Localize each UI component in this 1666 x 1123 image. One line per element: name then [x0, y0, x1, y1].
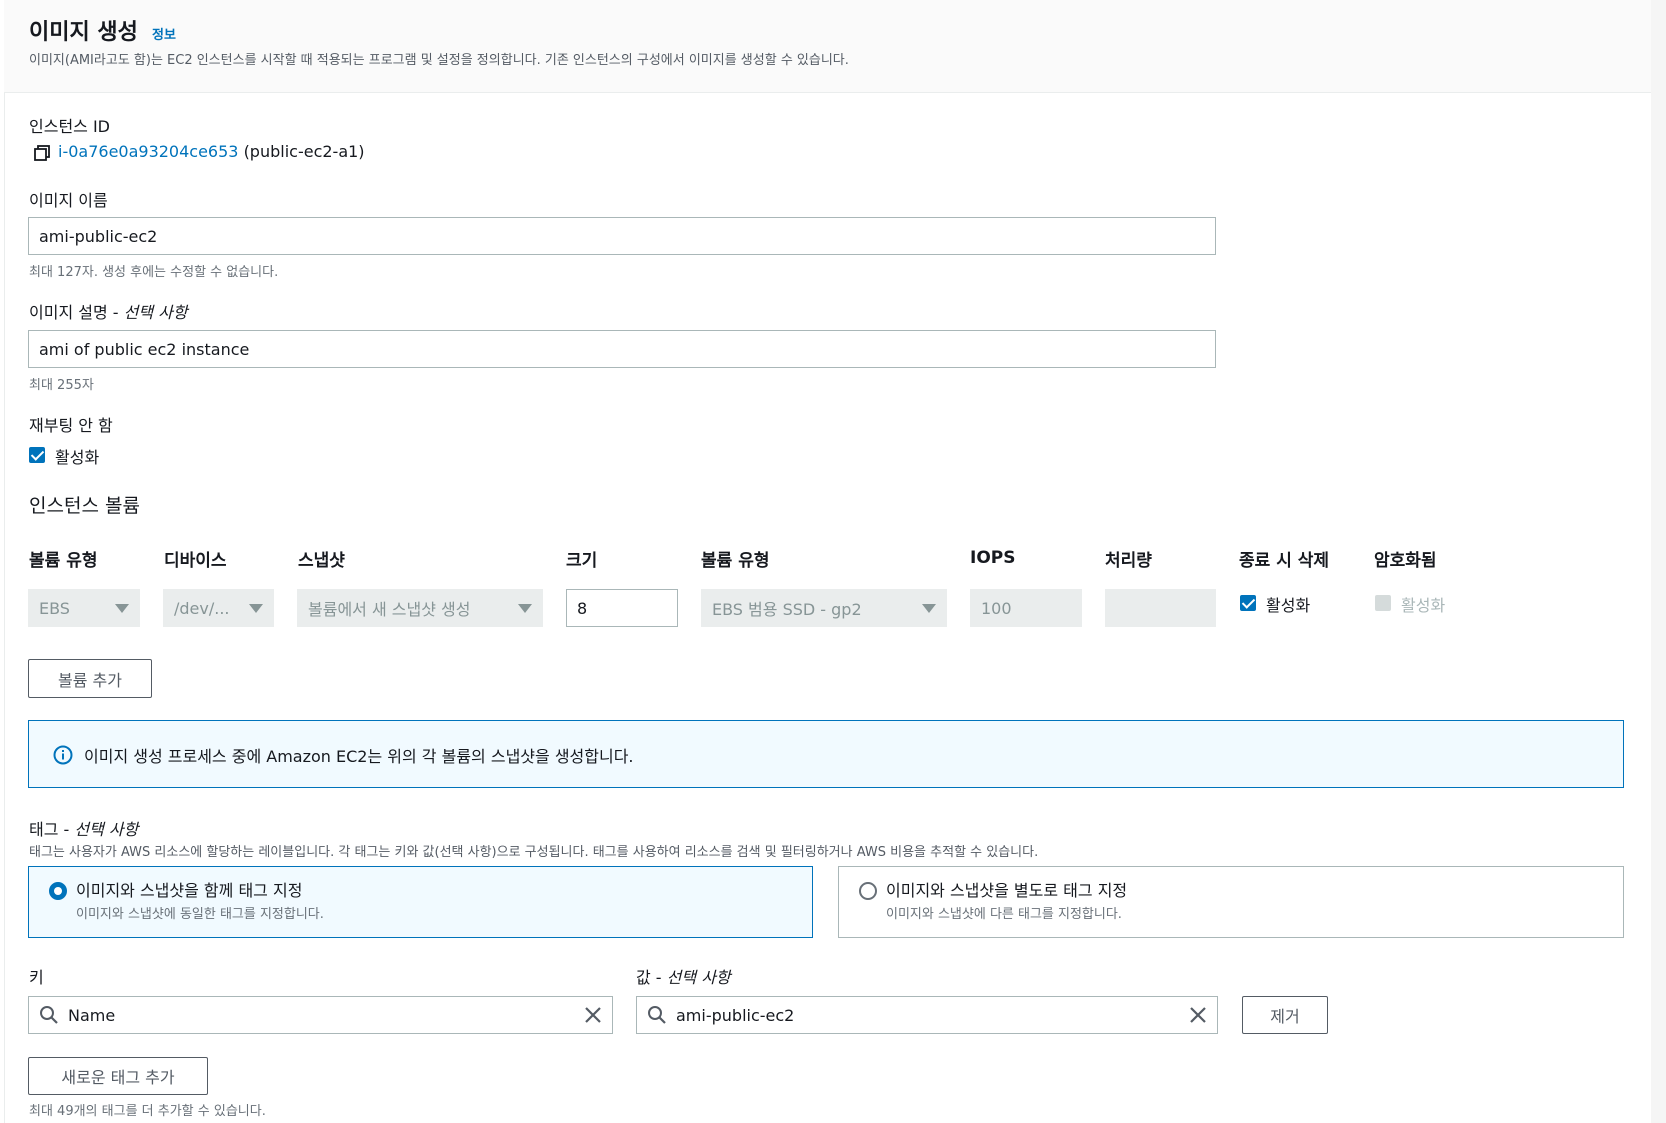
tag-separately-title: 이미지와 스냅샷을 별도로 태그 지정: [886, 881, 1128, 900]
col-throughput: 처리량: [1105, 551, 1152, 571]
tag-value-input[interactable]: ami-public-ec2: [636, 996, 1218, 1034]
throughput-input: [1105, 589, 1216, 627]
clear-icon[interactable]: [584, 1006, 602, 1024]
info-alert: 이미지 생성 프로세스 중에 Amazon EC2는 위의 각 볼륨의 스냅샷을…: [28, 720, 1624, 788]
encrypted-label: 활성화: [1401, 596, 1446, 615]
col-iops: IOPS: [970, 548, 1016, 568]
image-description-input[interactable]: ami of public ec2 instance: [28, 330, 1216, 368]
col-volume-type: 볼륨 유형: [701, 551, 770, 571]
page-description: 이미지(AMI라고도 함)는 EC2 인스턴스를 시작할 때 적용되는 프로그램…: [29, 53, 849, 68]
info-alert-text: 이미지 생성 프로세스 중에 Amazon EC2는 위의 각 볼륨의 스냅샷을…: [84, 747, 634, 766]
chevron-down-icon: [518, 603, 532, 613]
instance-name: (public-ec2-a1): [243, 142, 365, 161]
remove-tag-button[interactable]: 제거: [1242, 996, 1328, 1034]
instance-volumes-title: 인스턴스 볼륨: [29, 495, 140, 517]
chevron-down-icon: [922, 603, 936, 613]
panel-header: [4, 0, 1651, 93]
image-name-hint: 최대 127자. 생성 후에는 수정할 수 없습니다.: [29, 265, 279, 280]
page-title: 이미지 생성: [29, 20, 138, 45]
tags-limit-hint: 최대 49개의 태그를 더 추가할 수 있습니다.: [29, 1104, 266, 1119]
iops-value: 100: [981, 598, 1012, 618]
col-encrypted: 암호화됨: [1374, 551, 1437, 571]
optional-text: 선택 사항: [74, 820, 139, 839]
copy-icon[interactable]: [33, 144, 51, 162]
tags-label-text: 태그 -: [29, 820, 75, 839]
col-delete-on-termination: 종료 시 삭제: [1239, 551, 1330, 571]
col-storage-type: 볼륨 유형: [29, 551, 98, 571]
no-reboot-checkbox[interactable]: [29, 447, 45, 463]
instance-id-label: 인스턴스 ID: [29, 117, 111, 136]
volume-type-value: EBS 범용 SSD - gp2: [712, 600, 862, 619]
tags-description: 태그는 사용자가 AWS 리소스에 할당하는 레이블입니다. 각 태그는 키와 …: [29, 845, 1039, 860]
device-value: /dev/...: [174, 598, 230, 618]
add-tag-button[interactable]: 새로운 태그 추가: [28, 1057, 208, 1095]
instance-id-row: i-0a76e0a93204ce653 (public-ec2-a1): [58, 142, 365, 161]
device-select: /dev/...: [163, 589, 274, 627]
tags-label: 태그 - 선택 사항: [29, 816, 138, 840]
image-name-label: 이미지 이름: [29, 191, 108, 210]
chevron-down-icon: [115, 603, 129, 613]
optional-text: 선택 사항: [123, 303, 188, 322]
instance-id-link[interactable]: i-0a76e0a93204ce653: [58, 142, 238, 161]
col-size: 크기: [566, 551, 598, 571]
tag-value-label: 값 - 선택 사항: [636, 964, 731, 988]
iops-input: 100: [970, 589, 1082, 627]
image-description-label: 이미지 설명 - 선택 사항: [29, 299, 188, 323]
scrollbar-track[interactable]: [1651, 0, 1666, 1123]
chevron-down-icon: [249, 603, 263, 613]
image-name-input[interactable]: ami-public-ec2: [28, 217, 1216, 255]
search-icon: [647, 1005, 667, 1025]
tag-key-value: Name: [68, 1005, 116, 1025]
tag-together-desc: 이미지와 스냅샷에 동일한 태그를 지정합니다.: [76, 907, 324, 922]
image-description-label-text: 이미지 설명 -: [29, 303, 124, 322]
search-icon: [39, 1005, 59, 1025]
no-reboot-label: 재부팅 안 함: [29, 416, 113, 435]
delete-on-termination-label[interactable]: 활성화: [1266, 592, 1310, 616]
tag-separately-desc: 이미지와 스냅샷에 다른 태그를 지정합니다.: [886, 907, 1122, 922]
image-description-hint: 최대 255자: [29, 378, 94, 393]
snapshot-select: 볼륨에서 새 스냅샷 생성: [297, 589, 543, 627]
no-reboot-checkbox-label[interactable]: 활성화: [55, 444, 99, 468]
tag-separately-radio[interactable]: [859, 882, 877, 900]
size-input[interactable]: 8: [566, 589, 678, 627]
tag-key-label: 키: [29, 968, 44, 987]
optional-text: 선택 사항: [666, 968, 731, 987]
tag-value-value: ami-public-ec2: [676, 1005, 795, 1025]
add-volume-button[interactable]: 볼륨 추가: [28, 659, 152, 698]
tag-separately-tile[interactable]: 이미지와 스냅샷을 별도로 태그 지정 이미지와 스냅샷에 다른 태그를 지정합…: [838, 866, 1624, 938]
storage-type-select: EBS: [28, 589, 140, 627]
tag-value-label-text: 값 -: [636, 968, 667, 987]
volume-type-select: EBS 범용 SSD - gp2: [701, 589, 947, 627]
tag-together-title: 이미지와 스냅샷을 함께 태그 지정: [76, 881, 303, 900]
col-snapshot: 스냅샷: [298, 551, 345, 571]
info-icon: [53, 745, 73, 765]
clear-icon[interactable]: [1189, 1006, 1207, 1024]
tag-together-radio[interactable]: [49, 882, 67, 900]
snapshot-value: 볼륨에서 새 스냅샷 생성: [308, 600, 471, 619]
col-device: 디바이스: [164, 551, 227, 571]
storage-type-value: EBS: [39, 598, 70, 618]
encrypted-checkbox: [1375, 595, 1391, 611]
tag-together-tile[interactable]: 이미지와 스냅샷을 함께 태그 지정 이미지와 스냅샷에 동일한 태그를 지정합…: [28, 866, 813, 938]
info-link[interactable]: 정보: [152, 24, 176, 43]
tag-key-input[interactable]: Name: [28, 996, 613, 1034]
delete-on-termination-checkbox[interactable]: [1240, 595, 1256, 611]
